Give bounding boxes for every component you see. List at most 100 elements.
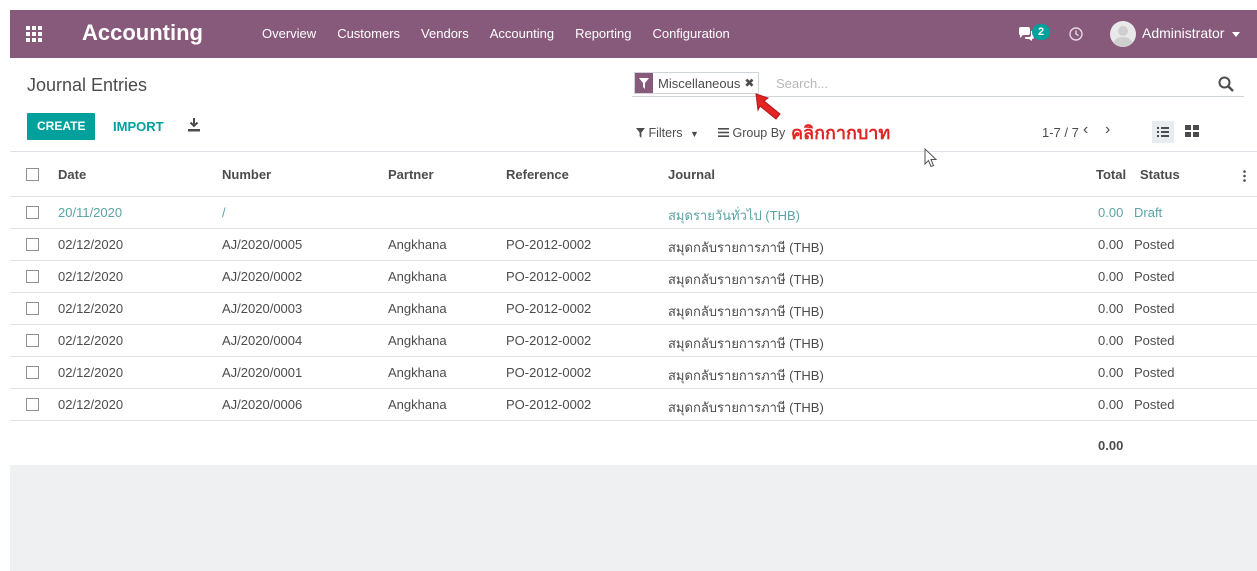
cell-total: 0.00 xyxy=(1098,237,1124,252)
table-row[interactable]: 02/12/2020 AJ/2020/0005 Angkhana PO-2012… xyxy=(10,229,1257,261)
cell-number: AJ/2020/0001 xyxy=(222,365,303,380)
row-checkbox[interactable] xyxy=(26,238,39,251)
column-status[interactable]: Status xyxy=(1140,167,1180,182)
select-all-checkbox[interactable] xyxy=(26,168,39,181)
column-reference[interactable]: Reference xyxy=(506,167,569,182)
cell-date: 02/12/2020 xyxy=(58,365,124,380)
menu-item-accounting[interactable]: Accounting xyxy=(490,26,554,41)
column-number[interactable]: Number xyxy=(222,167,271,182)
menu-item-vendors[interactable]: Vendors xyxy=(421,26,469,41)
cell-number: AJ/2020/0003 xyxy=(222,301,303,316)
main-menu: Overview Customers Vendors Accounting Re… xyxy=(262,26,751,41)
mouse-cursor-icon xyxy=(924,148,938,168)
cell-total: 0.00 xyxy=(1098,333,1124,348)
table-header: Date Number Partner Reference Journal To… xyxy=(10,152,1257,197)
cell-journal: สมุดกลับรายการภาษี (THB) xyxy=(668,400,824,415)
cell-number: AJ/2020/0004 xyxy=(222,333,303,348)
cell-reference: PO-2012-0002 xyxy=(506,397,592,412)
cell-date: 02/12/2020 xyxy=(58,237,124,252)
group-by-button[interactable]: Group By xyxy=(718,126,785,140)
search-bar: Miscellaneous ✖ xyxy=(632,72,1244,97)
filter-icon xyxy=(636,128,645,138)
list-view-icon[interactable] xyxy=(1152,121,1174,143)
caret-down-icon: ▼ xyxy=(690,129,699,139)
clock-icon[interactable] xyxy=(1069,27,1083,41)
cell-number: AJ/2020/0006 xyxy=(222,397,303,412)
pager-value[interactable]: 1-7 / 7 xyxy=(1042,125,1079,140)
table-row[interactable]: 02/12/2020 AJ/2020/0004 Angkhana PO-2012… xyxy=(10,325,1257,357)
cell-status: Posted xyxy=(1134,365,1175,380)
download-icon[interactable] xyxy=(188,118,200,132)
table-row[interactable]: 02/12/2020 AJ/2020/0001 Angkhana PO-2012… xyxy=(10,357,1257,389)
app-title[interactable]: Accounting xyxy=(82,20,203,46)
search-facet: Miscellaneous ✖ xyxy=(634,72,760,94)
cell-status: Draft xyxy=(1134,205,1163,220)
cell-date: 02/12/2020 xyxy=(58,397,124,412)
cell-partner: Angkhana xyxy=(388,397,447,412)
pager-previous-button[interactable]: ‹ xyxy=(1083,121,1088,139)
cell-journal: สมุดกลับรายการภาษี (THB) xyxy=(668,368,824,383)
cell-status: Posted xyxy=(1134,269,1175,284)
cell-status: Posted xyxy=(1134,301,1175,316)
facet-remove-icon[interactable]: ✖ xyxy=(744,76,758,90)
table-row[interactable]: 02/12/2020 AJ/2020/0002 Angkhana PO-2012… xyxy=(10,261,1257,293)
menu-item-customers[interactable]: Customers xyxy=(337,26,400,41)
table-row[interactable]: 02/12/2020 AJ/2020/0006 Angkhana PO-2012… xyxy=(10,389,1257,421)
row-checkbox[interactable] xyxy=(26,302,39,315)
cell-date: 20/11/2020 xyxy=(58,205,123,220)
cell-status: Posted xyxy=(1134,237,1175,252)
cell-status: Posted xyxy=(1134,397,1175,412)
cell-journal: สมุดกลับรายการภาษี (THB) xyxy=(668,304,824,319)
bars-icon xyxy=(718,128,729,137)
user-menu-name[interactable]: Administrator xyxy=(1142,25,1224,41)
cell-reference: PO-2012-0002 xyxy=(506,365,592,380)
cell-total: 0.00 xyxy=(1098,269,1124,284)
menu-item-reporting[interactable]: Reporting xyxy=(575,26,631,41)
annotation-text: คลิกกากบาท xyxy=(791,123,891,143)
row-checkbox[interactable] xyxy=(26,366,39,379)
table-row[interactable]: 20/11/2020 / สมุดรายวันทั่วไป (THB) 0.00… xyxy=(10,197,1257,229)
column-date[interactable]: Date xyxy=(58,167,86,182)
cell-reference: PO-2012-0002 xyxy=(506,269,592,284)
cell-journal: สมุดกลับรายการภาษี (THB) xyxy=(668,240,824,255)
import-button[interactable]: IMPORT xyxy=(113,113,164,140)
cell-partner: Angkhana xyxy=(388,237,447,252)
group-by-label: Group By xyxy=(732,126,786,140)
column-total[interactable]: Total xyxy=(1096,167,1126,182)
column-journal[interactable]: Journal xyxy=(668,167,715,182)
optional-columns-icon[interactable] xyxy=(1243,170,1246,182)
cell-total: 0.00 xyxy=(1098,301,1124,316)
filter-icon xyxy=(635,73,653,93)
top-navbar: Accounting Overview Customers Vendors Ac… xyxy=(10,10,1257,58)
cell-reference: PO-2012-0002 xyxy=(506,301,592,316)
create-button[interactable]: CREATE xyxy=(27,113,96,140)
cell-number: AJ/2020/0005 xyxy=(222,237,303,252)
avatar[interactable] xyxy=(1110,21,1136,47)
cell-number: / xyxy=(222,205,226,220)
row-checkbox[interactable] xyxy=(26,206,39,219)
cell-date: 02/12/2020 xyxy=(58,333,124,348)
column-partner[interactable]: Partner xyxy=(388,167,434,182)
filters-label: Filters xyxy=(648,126,683,140)
chat-badge: 2 xyxy=(1032,24,1050,40)
row-checkbox[interactable] xyxy=(26,270,39,283)
menu-item-configuration[interactable]: Configuration xyxy=(652,26,729,41)
caret-down-icon[interactable] xyxy=(1232,32,1240,37)
row-checkbox[interactable] xyxy=(26,398,39,411)
filters-button[interactable]: Filters ▼ xyxy=(636,126,699,140)
search-input[interactable] xyxy=(774,72,1218,94)
cell-reference: PO-2012-0002 xyxy=(506,237,592,252)
kanban-view-icon[interactable] xyxy=(1185,124,1199,138)
menu-item-overview[interactable]: Overview xyxy=(262,26,316,41)
cell-total: 0.00 xyxy=(1098,205,1124,220)
table-row[interactable]: 02/12/2020 AJ/2020/0003 Angkhana PO-2012… xyxy=(10,293,1257,325)
annotation-arrow-icon xyxy=(755,93,781,120)
row-checkbox[interactable] xyxy=(26,334,39,347)
cell-status: Posted xyxy=(1134,333,1175,348)
pager-next-button[interactable]: › xyxy=(1105,121,1110,139)
cell-journal: สมุดรายวันทั่วไป (THB) xyxy=(668,208,800,223)
apps-grid-icon[interactable] xyxy=(26,26,42,42)
cell-number: AJ/2020/0002 xyxy=(222,269,303,284)
cell-date: 02/12/2020 xyxy=(58,269,124,284)
search-icon[interactable] xyxy=(1218,76,1234,92)
